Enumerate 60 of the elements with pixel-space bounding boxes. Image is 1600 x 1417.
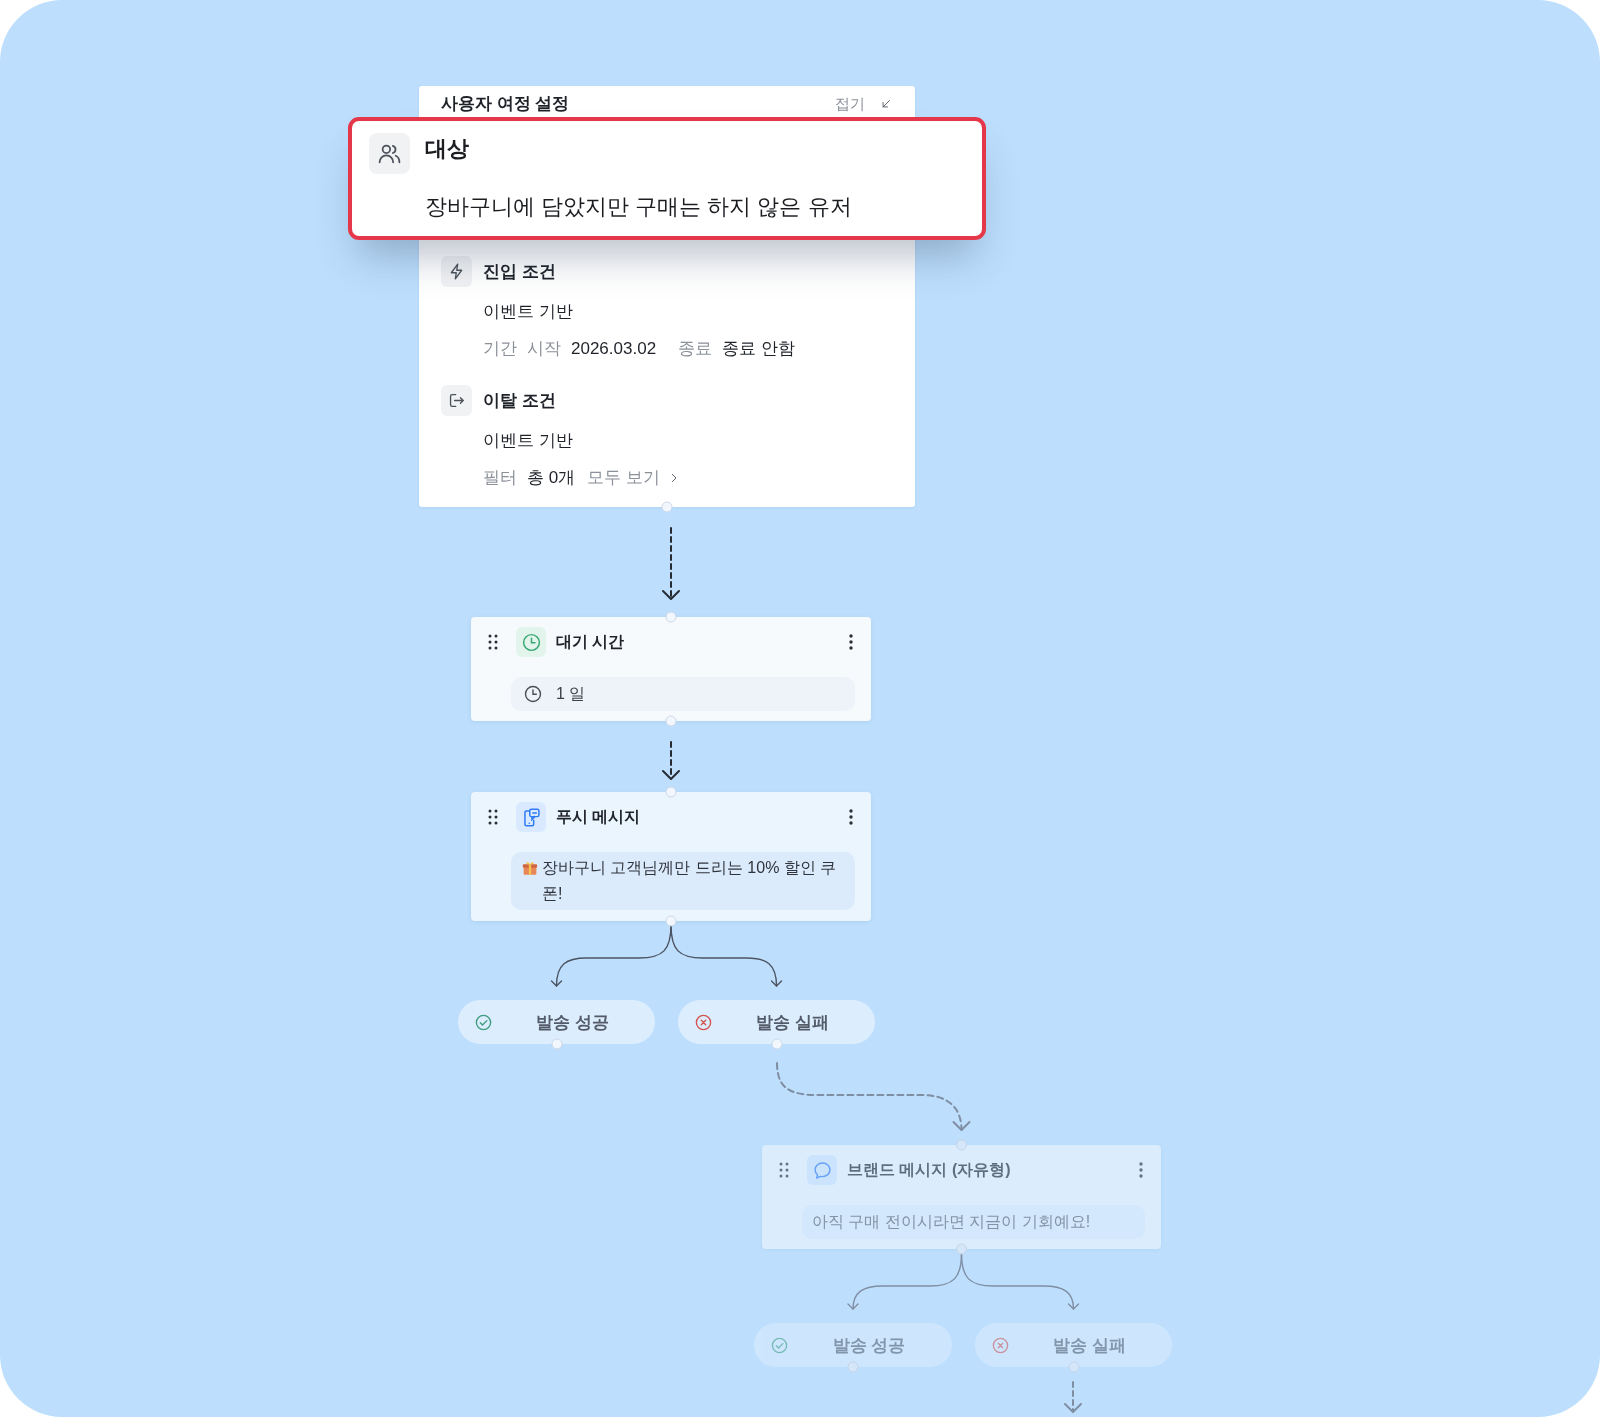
branch-label: 발송 실패 <box>756 1011 829 1034</box>
condition-title: 이탈 조건 <box>483 390 557 412</box>
message-preview: 아직 구매 전이시라면 지금이 기회예요! <box>802 1205 1145 1239</box>
port-dot-icon[interactable] <box>665 786 677 798</box>
port-dot-icon[interactable] <box>665 915 677 927</box>
people-icon <box>369 133 410 174</box>
trigger-type: 이벤트 기반 <box>483 430 573 452</box>
x-circle-icon <box>694 1012 713 1032</box>
check-circle-icon <box>474 1012 493 1032</box>
port-dot-icon[interactable] <box>956 1243 967 1255</box>
bolt-icon <box>441 256 472 287</box>
end-value: 종료 안함 <box>722 338 795 360</box>
chat-bubble-icon <box>807 1155 837 1185</box>
step-title: 대기 시간 <box>556 632 625 652</box>
filter-label: 필터 <box>483 467 517 489</box>
port-dot-icon[interactable] <box>551 1038 563 1050</box>
check-circle-icon <box>770 1335 789 1355</box>
port-dot-icon[interactable] <box>847 1361 859 1373</box>
port-dot-icon[interactable] <box>956 1139 967 1151</box>
view-all-link[interactable]: 모두 보기 <box>587 466 681 489</box>
drag-handle-icon[interactable] <box>488 634 498 650</box>
branch-label: 발송 실패 <box>1053 1334 1126 1357</box>
message-text: 장바구니 고객님께만 드리는 10% 할인 쿠폰! <box>542 858 838 904</box>
port-dot-icon[interactable] <box>665 715 677 727</box>
port-dot-icon[interactable] <box>771 1038 783 1050</box>
filter-count: 총 0개 <box>527 467 576 489</box>
period-label: 기간 <box>483 338 517 360</box>
panel-title: 사용자 여정 설정 <box>441 93 570 115</box>
exit-icon <box>441 385 472 416</box>
step-card[interactable]: 푸시 메시지 장바구니 고객님께만 드리는 10% 할인 쿠폰! <box>471 792 871 921</box>
more-menu-icon[interactable] <box>849 809 853 825</box>
port-dot-icon[interactable] <box>665 611 677 623</box>
step-title: 푸시 메시지 <box>556 807 641 827</box>
gift-icon <box>521 859 539 877</box>
port-dot-icon[interactable] <box>1068 1361 1080 1373</box>
clock-icon <box>516 627 546 657</box>
clock-icon <box>523 684 543 704</box>
branch-label: 발송 성공 <box>536 1011 609 1034</box>
branch-label: 발송 성공 <box>832 1334 906 1357</box>
collapse-icon <box>879 97 893 111</box>
step-title: 브랜드 메시지 (자유형) <box>847 1160 1011 1180</box>
port-dot-icon[interactable] <box>661 501 673 513</box>
condition-title: 진입 조건 <box>483 261 557 283</box>
audience-label: 대상 <box>425 135 470 163</box>
drag-handle-icon[interactable] <box>488 809 498 825</box>
phone-message-icon <box>516 802 546 832</box>
collapse-button[interactable]: 접기 <box>835 93 893 115</box>
trigger-type: 이벤트 기반 <box>483 301 573 323</box>
step-card[interactable]: 대기 시간 1 일 <box>471 617 871 721</box>
x-circle-icon <box>991 1335 1010 1355</box>
flow-arrow <box>662 741 680 780</box>
start-label: 시작 <box>527 338 561 360</box>
step-card[interactable]: 브랜드 메시지 (자유형) 아직 구매 전이시라면 지금이 기회예요! <box>762 1145 1161 1249</box>
start-date: 2026.03.02 <box>571 338 657 359</box>
flow-arrow <box>1064 1381 1082 1413</box>
drag-handle-icon[interactable] <box>779 1162 789 1178</box>
more-menu-icon[interactable] <box>849 634 853 650</box>
end-label: 종료 <box>678 338 713 360</box>
duration-text: 1 일 <box>556 683 586 704</box>
audience-value: 장바구니에 담았지만 구매는 하지 않은 유저 <box>425 193 852 221</box>
